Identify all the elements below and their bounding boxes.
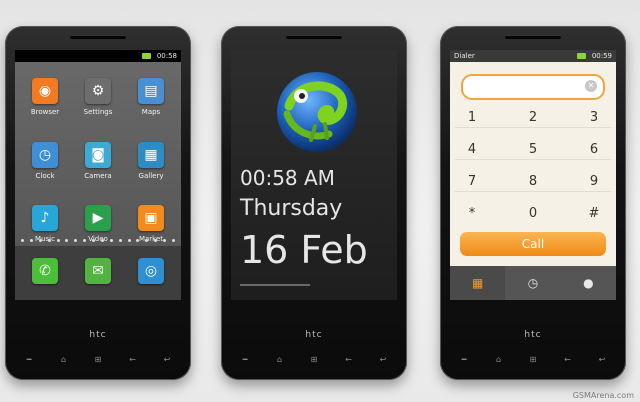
windows-key-icon[interactable]: ⊞: [304, 355, 324, 364]
dock-browser[interactable]: ◎: [129, 258, 173, 284]
app-label: Browser: [30, 108, 60, 116]
app-label: Clock: [35, 172, 55, 180]
status-time: 00:58: [156, 52, 177, 60]
dock: ✆ ✉ ◎: [15, 246, 181, 300]
app-gallery[interactable]: ▦ Gallery: [129, 142, 173, 180]
earpiece-speaker: [286, 35, 342, 39]
brand-logo: htc: [524, 330, 542, 340]
earpiece-speaker: [505, 35, 561, 39]
app-maps[interactable]: ▤ Maps: [129, 78, 173, 116]
key-4[interactable]: 4: [452, 142, 492, 157]
app-label: Maps: [141, 108, 161, 116]
lock-day: Thursday: [240, 196, 343, 221]
windows-key-icon[interactable]: ⊞: [88, 355, 108, 364]
hardware-keys: ━ ⌂ ⊞ ← ↩: [454, 352, 612, 366]
chameleon-globe-logo: [277, 72, 357, 152]
video-icon: ▶: [85, 205, 111, 231]
dock-phone[interactable]: ✆: [23, 258, 67, 284]
market-icon: ▣: [138, 205, 164, 231]
brand-logo: htc: [305, 330, 323, 340]
battery-icon: [142, 53, 151, 59]
browser-globe-icon: ◎: [138, 258, 164, 284]
dialpad-icon[interactable]: ▦: [450, 266, 506, 300]
app-clock[interactable]: ◷ Clock: [23, 142, 67, 180]
lock-time: 00:58 AM: [240, 166, 335, 190]
app-video[interactable]: ▶ Video: [76, 205, 120, 243]
end-key-icon[interactable]: ↩: [157, 355, 177, 364]
watermark: GSMArena.com: [572, 391, 634, 400]
call-key-icon[interactable]: ━: [235, 355, 255, 364]
gallery-icon: ▦: [138, 142, 164, 168]
gear-icon: ⚙: [85, 78, 111, 104]
key-1[interactable]: 1: [452, 110, 492, 125]
lock-screen: 00:58 AM Thursday 16 Feb: [231, 50, 397, 300]
app-browser[interactable]: ◉ Browser: [23, 78, 67, 116]
key-0[interactable]: 0: [513, 206, 553, 221]
dock-messages[interactable]: ✉: [76, 258, 120, 284]
app-label: Gallery: [138, 172, 164, 180]
key-9[interactable]: 9: [574, 174, 614, 189]
back-key-icon[interactable]: ←: [558, 355, 578, 364]
back-key-icon[interactable]: ←: [339, 355, 359, 364]
brand-logo: htc: [89, 330, 107, 340]
back-key-icon[interactable]: ←: [123, 355, 143, 364]
call-key-icon[interactable]: ━: [454, 355, 474, 364]
earpiece-speaker: [70, 35, 126, 39]
call-button[interactable]: Call: [460, 232, 606, 256]
home-key-icon[interactable]: ⌂: [270, 355, 290, 364]
firefox-icon: ◉: [32, 78, 58, 104]
camera-icon: ◙: [85, 142, 111, 168]
music-icon: ♪: [32, 205, 58, 231]
clock-icon: ◷: [32, 142, 58, 168]
app-label: Settings: [83, 108, 113, 116]
end-key-icon[interactable]: ↩: [592, 355, 612, 364]
map-icon: ▤: [138, 78, 164, 104]
home-screen: 00:58 ◉ Browser ⚙ Settings ▤ Maps ◷ Cloc…: [15, 50, 181, 300]
dialer-screen: Dialer 00:59 ✕ 1 2 3 4 5 6 7 8 9 * 0 # C…: [450, 50, 616, 300]
key-3[interactable]: 3: [574, 110, 614, 125]
phone-dialer: Dialer 00:59 ✕ 1 2 3 4 5 6 7 8 9 * 0 # C…: [440, 26, 626, 380]
phone-home: 00:58 ◉ Browser ⚙ Settings ▤ Maps ◷ Cloc…: [5, 26, 191, 380]
number-input[interactable]: ✕: [461, 74, 605, 100]
key-5[interactable]: 5: [513, 142, 553, 157]
key-hash[interactable]: #: [574, 206, 614, 221]
lock-date: 16 Feb: [240, 228, 368, 272]
app-music[interactable]: ♪ Music: [23, 205, 67, 243]
key-star[interactable]: *: [452, 206, 492, 221]
windows-key-icon[interactable]: ⊞: [523, 355, 543, 364]
home-key-icon[interactable]: ⌂: [489, 355, 509, 364]
app-camera[interactable]: ◙ Camera: [76, 142, 120, 180]
key-2[interactable]: 2: [513, 110, 553, 125]
hardware-keys: ━ ⌂ ⊞ ← ↩: [235, 352, 393, 366]
phone-icon: ✆: [32, 258, 58, 284]
lock-notification-line: [240, 284, 310, 286]
phone-lockscreen: 00:58 AM Thursday 16 Feb htc ━ ⌂ ⊞ ← ↩: [221, 26, 407, 380]
key-8[interactable]: 8: [513, 174, 553, 189]
status-time: 00:59: [591, 52, 612, 60]
hardware-keys: ━ ⌂ ⊞ ← ↩: [19, 352, 177, 366]
call-key-icon[interactable]: ━: [19, 355, 39, 364]
messages-icon: ✉: [85, 258, 111, 284]
dialer-title: Dialer: [454, 52, 475, 60]
contacts-icon[interactable]: ●: [561, 266, 616, 300]
app-label: Camera: [84, 172, 112, 180]
home-key-icon[interactable]: ⌂: [54, 355, 74, 364]
history-icon[interactable]: ◷: [505, 266, 560, 300]
page-indicator: [21, 239, 175, 243]
key-6[interactable]: 6: [574, 142, 614, 157]
dialer-tabs: ▦ ◷ ●: [450, 266, 616, 300]
app-settings[interactable]: ⚙ Settings: [76, 78, 120, 116]
key-7[interactable]: 7: [452, 174, 492, 189]
battery-icon: [577, 53, 586, 59]
clear-icon[interactable]: ✕: [585, 80, 597, 92]
status-bar: 00:58: [15, 50, 181, 62]
app-market[interactable]: ▣ Market: [129, 205, 173, 243]
end-key-icon[interactable]: ↩: [373, 355, 393, 364]
status-bar: Dialer 00:59: [450, 50, 616, 62]
